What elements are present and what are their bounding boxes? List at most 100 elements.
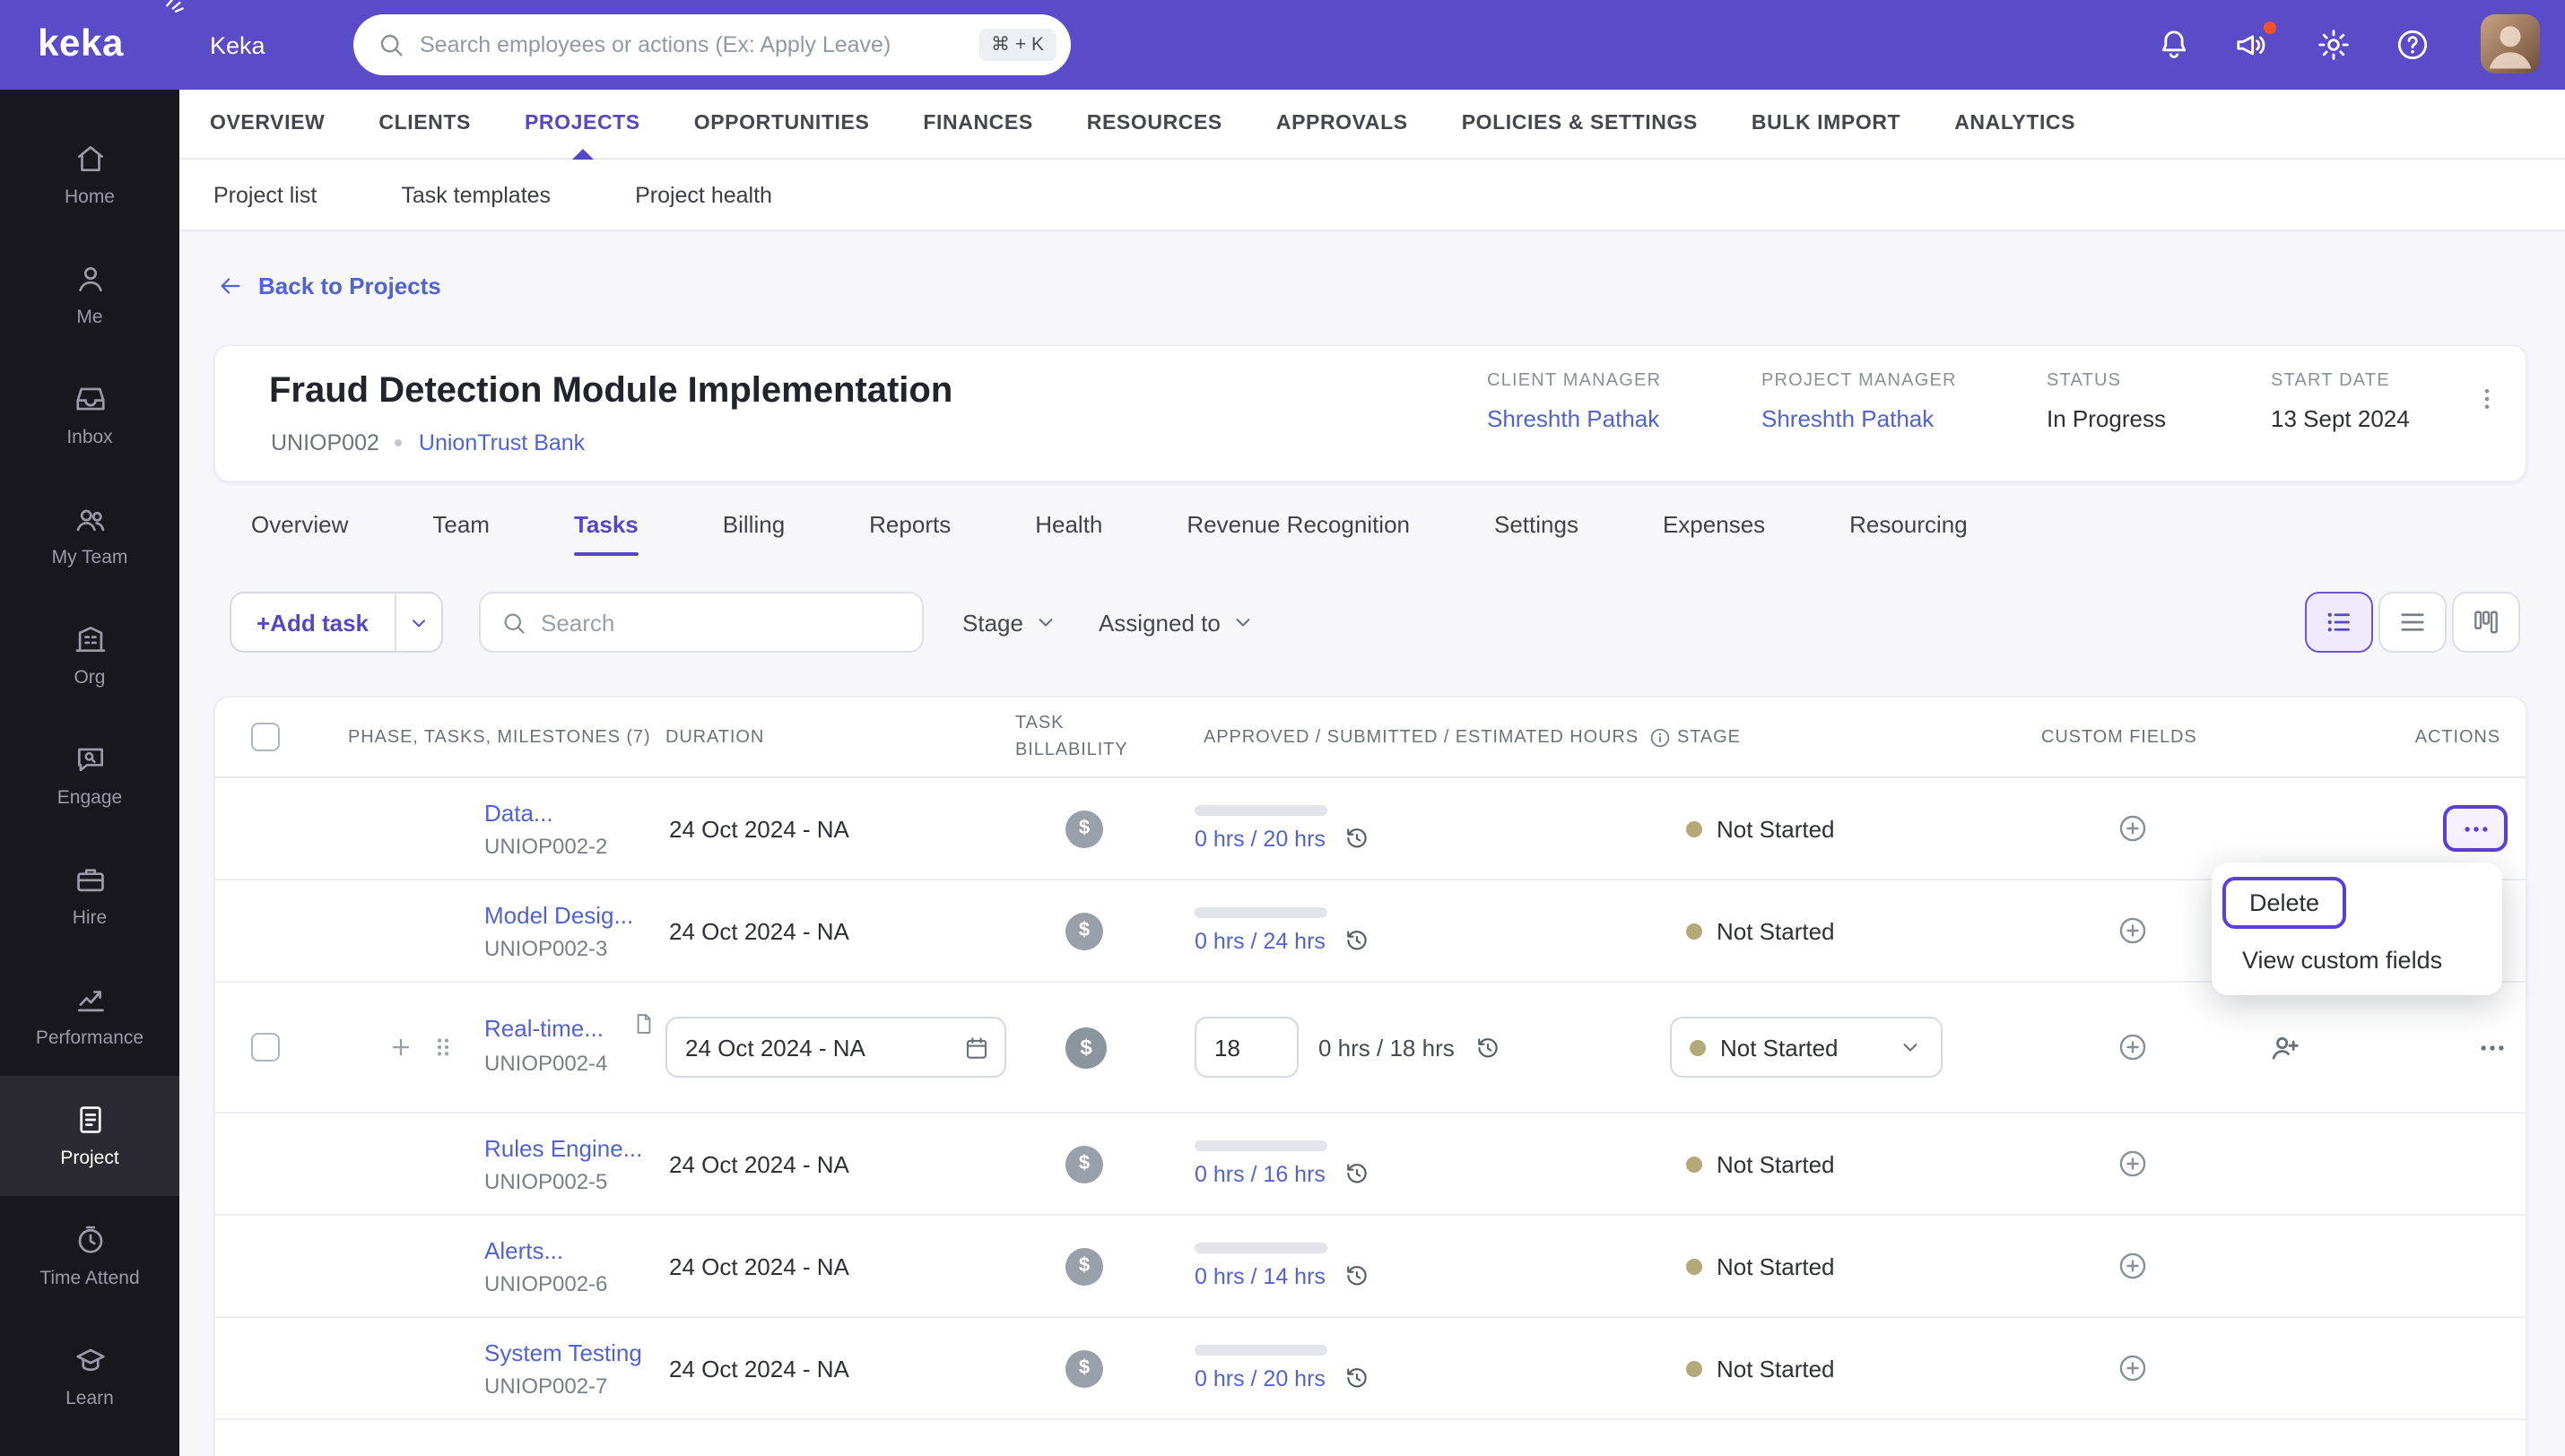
sidebar-item-me[interactable]: Me — [0, 235, 179, 355]
nav-policies-settings[interactable]: POLICIES & SETTINGS — [1462, 89, 1698, 159]
tab-health[interactable]: Health — [1035, 491, 1102, 556]
sidebar-item-time-attend[interactable]: Time Attend — [0, 1196, 179, 1316]
help-icon[interactable] — [2395, 27, 2430, 63]
column-header-billability: TASK BILLABILITY — [1015, 714, 1128, 760]
global-search[interactable]: ⌘ + K — [353, 14, 1071, 75]
history-icon[interactable] — [1343, 1365, 1370, 1391]
user-avatar[interactable] — [2481, 14, 2540, 74]
nav-finances[interactable]: FINANCES — [923, 89, 1032, 159]
task-name-link[interactable]: Model Desig... — [484, 901, 633, 928]
row-actions-button[interactable] — [2477, 1032, 2508, 1062]
hours-link[interactable]: 0 hrs / 14 hrs — [1195, 1263, 1326, 1288]
estimated-hours-input[interactable] — [1195, 1017, 1299, 1078]
add-subtask-icon[interactable] — [387, 1034, 414, 1061]
menu-item-delete[interactable]: Delete — [2222, 877, 2347, 929]
sidebar-item-inbox[interactable]: Inbox — [0, 355, 179, 475]
hours-link[interactable]: 0 hrs / 24 hrs — [1195, 928, 1326, 953]
duration-date-input[interactable] — [665, 1017, 1006, 1078]
back-to-projects-link[interactable]: Back to Projects — [217, 273, 441, 299]
task-name-link[interactable]: Data... — [484, 799, 607, 826]
history-icon[interactable] — [1343, 1160, 1370, 1187]
status-value: In Progress — [2047, 405, 2166, 432]
subnav-project-list[interactable]: Project list — [213, 182, 317, 207]
task-name-link[interactable]: Rules Engine... — [484, 1134, 642, 1161]
nav-bulk-import[interactable]: BULK IMPORT — [1752, 89, 1900, 159]
history-icon[interactable] — [1343, 825, 1370, 852]
column-header-actions: ACTIONS — [2414, 727, 2500, 747]
nav-overview[interactable]: OVERVIEW — [210, 89, 325, 159]
tab-overview[interactable]: Overview — [251, 491, 348, 556]
sidebar-item-engage[interactable]: Engage — [0, 715, 179, 836]
tab-revenue-recognition[interactable]: Revenue Recognition — [1187, 491, 1410, 556]
add-custom-field-icon[interactable] — [2116, 1031, 2148, 1063]
tab-billing[interactable]: Billing — [723, 491, 785, 556]
hours-link[interactable]: 0 hrs / 20 hrs — [1195, 1365, 1326, 1391]
settings-gear-icon[interactable] — [2316, 27, 2352, 63]
task-name-link[interactable]: System Testing — [484, 1339, 642, 1365]
row-actions-button-highlighted[interactable] — [2443, 805, 2508, 852]
compact-view-toggle[interactable] — [2378, 592, 2447, 653]
task-search[interactable] — [478, 592, 923, 653]
search-icon — [500, 609, 526, 636]
tab-team[interactable]: Team — [432, 491, 490, 556]
tab-reports[interactable]: Reports — [869, 491, 951, 556]
notifications-bell-icon[interactable] — [2156, 27, 2192, 63]
client-manager-value[interactable]: Shreshth Pathak — [1487, 405, 1761, 432]
nav-projects[interactable]: PROJECTS — [525, 89, 640, 159]
sidebar-item-hire[interactable]: Hire — [0, 836, 179, 956]
subnav-project-health[interactable]: Project health — [635, 182, 772, 207]
tab-expenses[interactable]: Expenses — [1663, 491, 1765, 556]
info-icon[interactable] — [1648, 725, 1671, 749]
add-task-button[interactable]: +Add task — [231, 594, 394, 651]
client-link[interactable]: UnionTrust Bank — [419, 430, 585, 455]
sidebar-item-my-team[interactable]: My Team — [0, 475, 179, 595]
sidebar-item-home[interactable]: Home — [0, 115, 179, 235]
calendar-icon[interactable] — [963, 1035, 990, 1062]
add-task-dropdown-caret[interactable] — [394, 594, 440, 651]
add-custom-field-icon[interactable] — [2116, 914, 2148, 947]
assigned-to-filter[interactable]: Assigned to — [1099, 609, 1256, 636]
hours-link[interactable]: 0 hrs / 16 hrs — [1195, 1161, 1326, 1186]
hours-progress-bar — [1195, 1140, 1327, 1151]
task-name-link[interactable]: Alerts... — [484, 1236, 607, 1263]
board-view-toggle[interactable] — [2452, 592, 2520, 653]
column-header-phase: PHASE, TASKS, MILESTONES (7) — [348, 727, 651, 747]
add-custom-field-icon[interactable] — [2116, 812, 2148, 845]
nav-clients[interactable]: CLIENTS — [378, 89, 471, 159]
stage-filter[interactable]: Stage — [962, 609, 1059, 636]
task-document-icon[interactable] — [631, 1011, 656, 1036]
project-kebab-menu-icon[interactable] — [2474, 386, 2500, 412]
keka-logo[interactable]: keka — [0, 0, 179, 90]
tab-resourcing[interactable]: Resourcing — [1849, 491, 1968, 556]
nav-opportunities[interactable]: OPPORTUNITIES — [694, 89, 870, 159]
drag-handle-icon[interactable] — [429, 1033, 457, 1062]
tab-settings[interactable]: Settings — [1494, 491, 1578, 556]
nav-approvals[interactable]: APPROVALS — [1276, 89, 1408, 159]
history-icon[interactable] — [1343, 927, 1370, 954]
history-icon[interactable] — [1474, 1034, 1501, 1061]
subnav-task-templates[interactable]: Task templates — [401, 182, 551, 207]
select-all-checkbox[interactable] — [251, 723, 280, 751]
task-search-input[interactable] — [541, 609, 901, 636]
nav-analytics[interactable]: ANALYTICS — [1954, 89, 2075, 159]
row-checkbox[interactable] — [251, 1033, 280, 1062]
sidebar-item-org[interactable]: Org — [0, 595, 179, 715]
menu-item-view-custom-fields[interactable]: View custom fields — [2212, 931, 2502, 979]
project-manager-value[interactable]: Shreshth Pathak — [1761, 405, 2047, 432]
history-icon[interactable] — [1343, 1262, 1370, 1289]
global-search-input[interactable] — [420, 32, 965, 57]
hours-link[interactable]: 0 hrs / 20 hrs — [1195, 826, 1326, 851]
add-custom-field-icon[interactable] — [2116, 1148, 2148, 1180]
stage-select[interactable]: Not Started — [1670, 1017, 1943, 1078]
sidebar-item-performance[interactable]: Performance — [0, 956, 179, 1076]
add-custom-field-icon[interactable] — [2116, 1250, 2148, 1282]
sidebar-item-learn[interactable]: Learn — [0, 1316, 179, 1436]
assign-people-icon[interactable] — [2267, 1029, 2303, 1065]
nav-resources[interactable]: RESOURCES — [1087, 89, 1222, 159]
list-view-toggle[interactable] — [2305, 592, 2373, 653]
announcements-icon[interactable] — [2233, 20, 2278, 63]
tab-tasks[interactable]: Tasks — [573, 491, 639, 556]
task-name-link[interactable]: Real-time... — [484, 1016, 619, 1043]
sidebar-item-project[interactable]: Project — [0, 1076, 179, 1196]
add-custom-field-icon[interactable] — [2116, 1352, 2148, 1384]
